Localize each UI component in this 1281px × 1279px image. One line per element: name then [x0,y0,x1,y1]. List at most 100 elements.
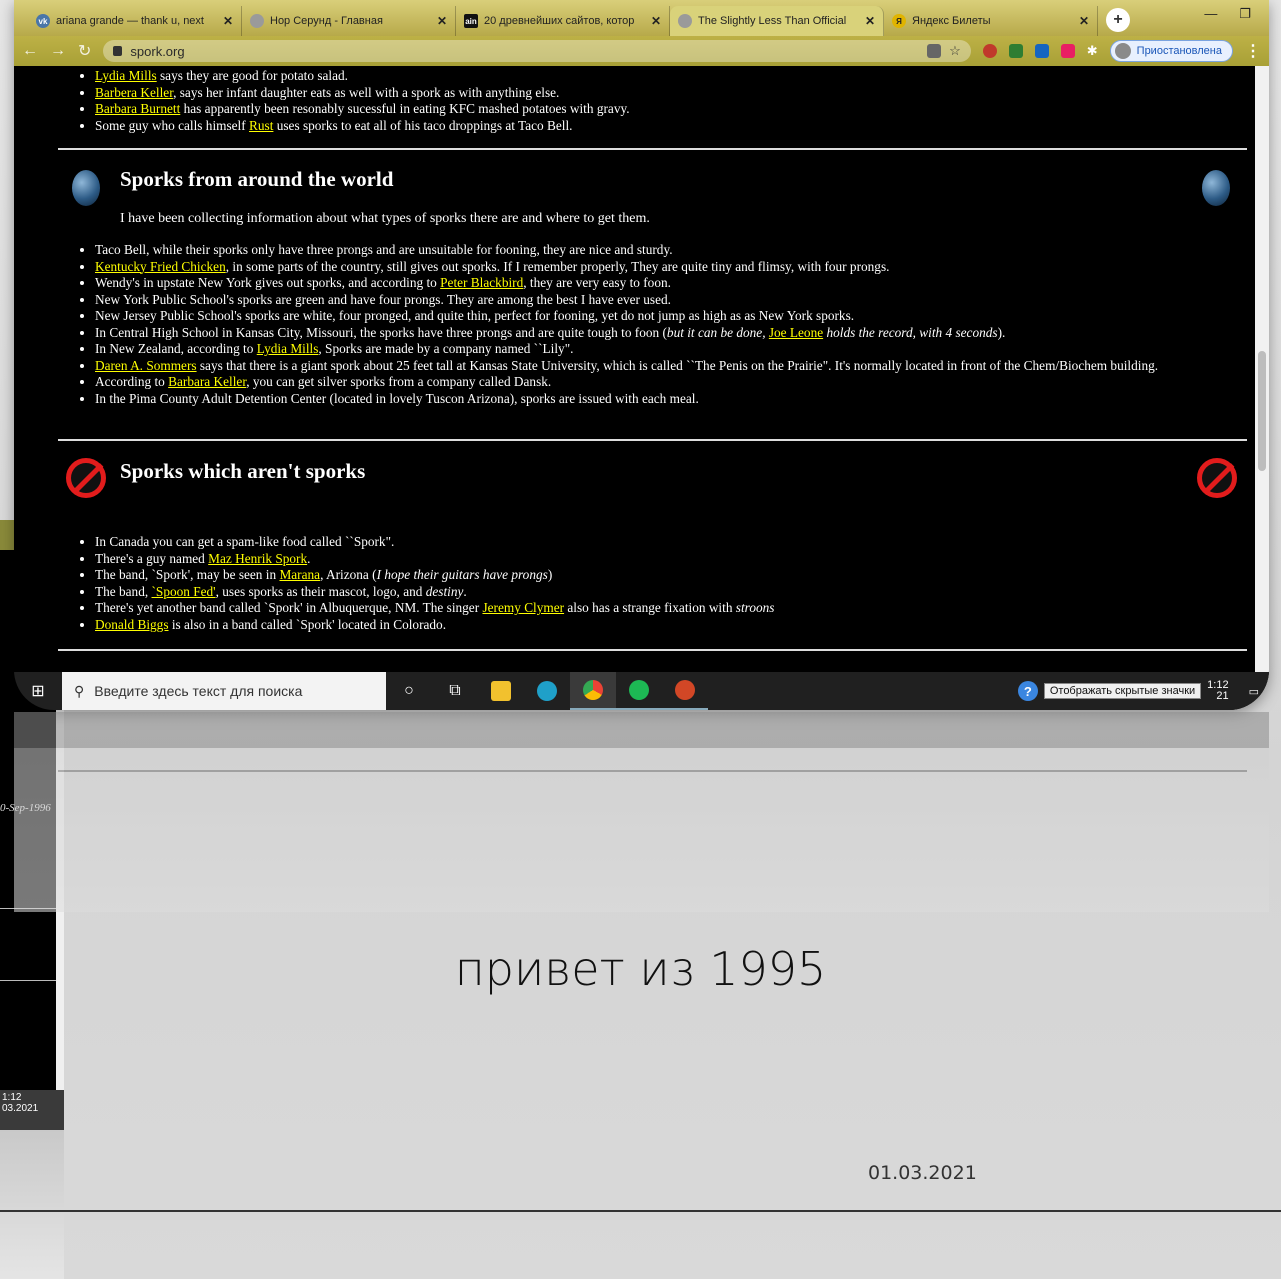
list-item: New Jersey Public School's sporks are wh… [95,308,1235,325]
windows-start-icon[interactable]: ⊞ [14,672,62,710]
chrome-icon[interactable] [570,672,616,710]
close-icon[interactable]: ✕ [437,14,447,28]
list-item: In the Pima County Adult Detention Cente… [95,391,1235,408]
tab-ancient-sites[interactable]: ain 20 древнейших сайтов, котор ✕ [456,6,670,36]
pocket-icon[interactable] [1060,44,1075,58]
browser-window: vk ariana grande — thank u, next ✕ Нор С… [14,0,1269,710]
clock[interactable]: 1:12 21 [1207,680,1228,702]
item-text: , they are very easy to foon. [523,275,671,290]
back-arrow-icon[interactable]: ← [22,42,38,60]
person-link[interactable]: Joe Leone [769,325,823,340]
person-link[interactable]: Jeremy Clymer [482,600,564,615]
item-text: ) [547,567,553,582]
search-icon: ⚲ [74,682,85,699]
list-item: In New Zealand, according to Lydia Mills… [95,341,1235,358]
list-item: Wendy's in upstate New York gives out sp… [95,275,1235,292]
close-icon[interactable]: ✕ [1079,14,1089,28]
person-link[interactable]: Peter Blackbird [440,275,523,290]
tab-ariana[interactable]: vk ariana grande — thank u, next ✕ [28,6,242,36]
item-text: , Sporks are made by a company named ``L… [318,341,574,356]
person-link[interactable]: Lydia Mills [257,341,319,356]
tab-title: ariana grande — thank u, next [56,15,204,27]
item-text: In Canada you can get a spam-like food c… [95,534,395,549]
forward-arrow-icon[interactable]: → [50,42,66,60]
world-list: Taco Bell, while their sporks only have … [95,242,1235,407]
edge-icon[interactable] [524,672,570,710]
scrollbar-thumb[interactable] [1258,351,1266,471]
system-tray: ? Отображать скрытые значки 1:12 21 ▭ [1017,680,1269,702]
notification-icon[interactable]: ▭ [1249,685,1259,698]
no-spork-icon [1197,458,1237,498]
profile-button[interactable]: Приостановлена [1109,40,1233,62]
puzzle-icon[interactable]: ✱ [1087,43,1098,59]
no-spork-icon [66,458,106,498]
item-text: uses sporks to eat all of his taco dropp… [273,117,573,133]
powerpoint-icon[interactable] [662,672,708,710]
back-slide-date-short: 03.2021 [2,1103,39,1114]
help-icon[interactable]: ? [1017,681,1038,701]
new-tab-button[interactable]: + [1106,8,1130,32]
person-link[interactable]: Barbara Burnett [95,101,180,116]
item-text: , you can get silver sporks from a compa… [246,374,552,389]
person-link[interactable]: Kentucky Fried Chicken [95,259,226,274]
page-scrollbar[interactable] [1255,66,1269,672]
tab-title: 20 древнейших сайтов, котор [484,15,635,27]
clock-date: 21 [1216,690,1229,702]
list-item: Donald Biggs is also in a band called `S… [95,617,1235,634]
item-text: also has a strange fixation with [564,600,736,615]
reload-icon[interactable]: ↻ [78,41,91,61]
list-item: Barbera Keller, says her infant daughter… [95,85,1235,102]
extension-icon[interactable] [1008,44,1023,58]
person-link[interactable]: Marana [279,567,320,582]
tab-title: The Slightly Less Than Official [698,15,847,27]
extension-icon[interactable] [1034,44,1049,58]
item-text: Taco Bell, while their sporks only have … [95,242,673,257]
tab-title: Яндекс Билеты [912,15,991,27]
spotify-icon[interactable] [616,672,662,710]
item-text: The band, [95,583,152,599]
address-bar[interactable]: spork.org ☆ [103,40,971,62]
slide-date: 01.03.2021 [868,1162,977,1184]
list-item: Kentucky Fried Chicken, in some parts of… [95,259,1235,276]
list-item: The band, `Spoon Fed', uses sporks as th… [95,584,1235,601]
globe-icon [678,14,692,28]
list-item: Taco Bell, while their sporks only have … [95,242,1235,259]
item-text: There's a guy named [95,550,209,566]
item-text: is also in a band called `Spork' located… [168,616,447,632]
translate-icon[interactable] [927,44,942,58]
taskbar-search[interactable]: ⚲ Введите здесь текст для поиска [62,672,386,710]
minimize-icon[interactable]: — [1204,6,1217,22]
list-item: In Central High School in Kansas City, M… [95,325,1235,342]
star-icon[interactable]: ☆ [949,43,961,59]
list-item: New York Public School's sporks are gree… [95,292,1235,309]
item-text: . [463,583,467,599]
item-text: , uses sporks as their mascot, logo, and [215,583,426,599]
cortana-icon[interactable]: ○ [386,672,432,710]
file-explorer-icon[interactable] [478,672,524,710]
kebab-menu-icon[interactable]: ⋮ [1245,41,1261,61]
item-text: , Arizona ( [320,567,377,582]
person-link[interactable]: Donald Biggs [95,617,169,632]
close-icon[interactable]: ✕ [223,14,233,28]
tab-yandex-tickets[interactable]: Я Яндекс Билеты ✕ [884,6,1098,36]
maximize-icon[interactable]: ❐ [1239,6,1251,22]
close-icon[interactable]: ✕ [865,14,875,28]
vk-icon: vk [36,14,50,28]
extension-icon[interactable] [982,44,997,58]
not-sporks-list: In Canada you can get a spam-like food c… [95,534,1235,633]
tab-spork[interactable]: The Slightly Less Than Official ✕ [670,6,884,36]
section-divider [58,148,1247,150]
close-icon[interactable]: ✕ [651,14,661,28]
list-item: In Canada you can get a spam-like food c… [95,534,1235,551]
item-text: New Jersey Public School's sporks are wh… [95,308,855,323]
person-link[interactable]: Daren A. Sommers [95,358,197,373]
person-link[interactable]: Rust [249,118,273,133]
person-link[interactable]: `Spoon Fed' [152,584,216,599]
person-link[interactable]: Lydia Mills [95,68,157,83]
item-text: The band, `Spork', may be seen in [95,567,280,582]
tab-nor-serund[interactable]: Нор Серунд - Главная ✕ [242,6,456,36]
task-view-icon[interactable]: ⧉ [432,672,478,710]
person-link[interactable]: Barbara Keller [168,374,246,389]
person-link[interactable]: Barbera Keller [95,85,173,100]
person-link[interactable]: Maz Henrik Spork [208,551,307,566]
